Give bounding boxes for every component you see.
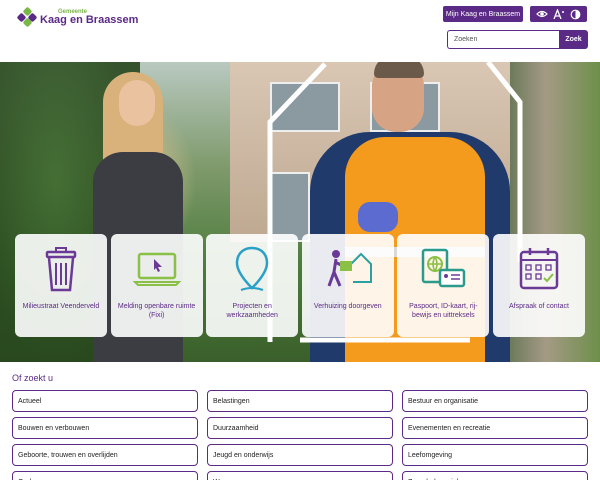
search-input[interactable] [447,30,559,49]
text-size-icon[interactable] [553,9,565,19]
search-form: Zoek [447,30,588,49]
moving-house-icon [327,250,372,287]
tile-label: Projecten en werkzaamheden [226,303,278,319]
tile-paspoort[interactable]: Paspoort, ID-kaart, rij-bewijs en uittre… [397,234,490,337]
link-actueel[interactable]: Actueel [12,390,198,412]
mijn-kaag-button[interactable]: Mijn Kaag en Braassem [443,6,523,22]
map-pin-icon [235,246,269,291]
laptop-icon [132,252,182,286]
eye-icon[interactable] [535,9,548,19]
link-bouwen-en-verbouwen[interactable]: Bouwen en verbouwen [12,417,198,439]
link-duurzaamheid[interactable]: Duurzaamheid [207,417,393,439]
logo-mark-icon [16,6,38,28]
site-logo[interactable]: Gemeente Kaag en Braassem [16,6,139,28]
link-wonen[interactable]: Wonen [207,471,393,480]
link-jeugd-en-onderwijs[interactable]: Jeugd en onderwijs [207,444,393,466]
tile-verhuizing[interactable]: Verhuizing doorgeven [301,234,394,337]
link-belastingen[interactable]: Belastingen [207,390,393,412]
passport-icon [422,248,466,288]
tile-milieustraat[interactable]: Milieustraat Veenderveld [15,234,107,337]
logo-name-text: Kaag en Braassem [40,13,139,26]
tile-label: Verhuizing doorgeven [313,303,382,310]
tile-afspraak[interactable]: Afspraak of contact [492,234,585,337]
trash-bin-icon [45,247,77,292]
tile-label: Afspraak of contact [509,303,569,310]
link-leefomgeving[interactable]: Leefomgeving [402,444,588,466]
search-button[interactable]: Zoek [559,30,588,49]
contrast-icon[interactable] [570,9,581,20]
tile-projecten[interactable]: Projecten en werkzaamheden [206,234,299,337]
service-tiles: Milieustraat Veenderveld Melding openbar… [15,234,585,337]
accessibility-toolbar [530,6,587,22]
topic-links-grid: Actueel Belastingen Bestuur en organisat… [12,390,588,480]
link-ondernemen[interactable]: Ondernemen [12,471,198,480]
tile-label: Milieustraat Veenderveld [22,303,100,310]
tile-label: Melding openbare ruimte (Fixi) [117,303,196,319]
tile-label: Paspoort, ID-kaart, rij-bewijs en uittre… [409,303,478,319]
link-geboorte-trouwen-overlijden[interactable]: Geboorte, trouwen en overlijden [12,444,198,466]
links-section-title: Of zoekt u [12,373,54,383]
link-evenementen-en-recreatie[interactable]: Evenementen en recreatie [402,417,588,439]
site-header: Gemeente Kaag en Braassem Mijn Kaag en B… [0,0,600,62]
page: Gemeente Kaag en Braassem Mijn Kaag en B… [0,0,600,480]
link-bestuur-en-organisatie[interactable]: Bestuur en organisatie [402,390,588,412]
calendar-icon [519,248,559,290]
tile-melding-openbare-ruimte[interactable]: Melding openbare ruimte (Fixi) [110,234,203,337]
link-zorg-hulp-inkomen[interactable]: Zorg, hulp en inkomen [402,471,588,480]
